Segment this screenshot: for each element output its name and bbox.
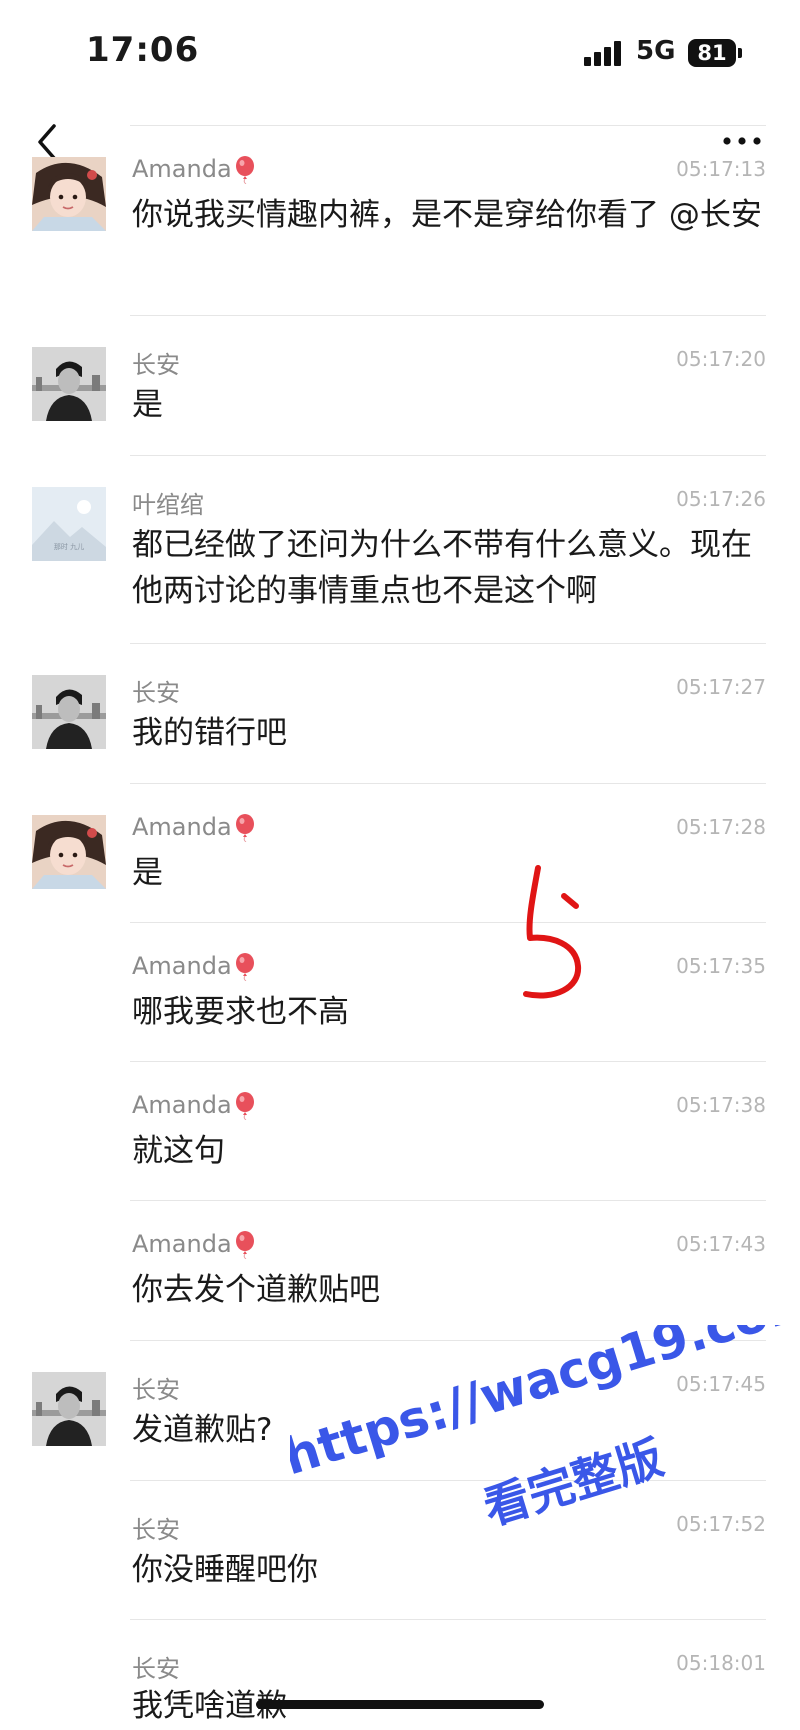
message-item[interactable]: 长安 05:18:01 我凭啥道歉 [0, 1639, 800, 1730]
divider [130, 1061, 766, 1062]
sender-name: Amanda [132, 1230, 256, 1259]
sender-name: 长安 [132, 1655, 180, 1683]
sender-name: 长安 [132, 1516, 180, 1544]
message-timestamp: 05:17:38 [676, 1093, 766, 1117]
message-timestamp: 05:17:43 [676, 1232, 766, 1256]
avatar-changan[interactable] [32, 347, 106, 421]
status-bar: 17:06 5G 81 [0, 0, 800, 110]
message-item[interactable]: Amanda 05:17:13 你说我买情趣内裤，是不是穿给你看了 @长安 [0, 145, 800, 315]
avatar-amanda[interactable] [32, 815, 106, 889]
message-text: 都已经做了还问为什么不带有什么意义。现在他两讨论的事情重点也不是这个啊 [132, 527, 752, 609]
sender-name: 长安 [132, 351, 180, 379]
message-item[interactable]: Amanda 05:17:43 你去发个道歉贴吧 [0, 1220, 800, 1340]
sender-name: 叶绾绾 [132, 491, 204, 519]
home-indicator[interactable] [256, 1700, 544, 1709]
message-timestamp: 05:18:01 [676, 1651, 766, 1675]
sender-name-text: Amanda [132, 155, 232, 183]
battery-icon: 81 [688, 39, 736, 67]
balloon-icon [235, 1092, 254, 1120]
message-timestamp: 05:17:28 [676, 815, 766, 839]
message-timestamp: 05:17:20 [676, 347, 766, 371]
message-text: 是 [132, 855, 163, 891]
message-item[interactable]: 长安 05:17:27 我的错行吧 [0, 663, 800, 783]
message-text: 就这句 [132, 1133, 225, 1169]
balloon-icon [235, 953, 254, 981]
scribble-annotation [523, 865, 582, 999]
divider [130, 783, 766, 784]
divider [130, 1200, 766, 1201]
sender-name: Amanda [132, 813, 256, 842]
avatar-changan[interactable] [32, 675, 106, 749]
divider [130, 643, 766, 644]
status-time: 17:06 [86, 30, 200, 70]
message-text: 你去发个道歉贴吧 [132, 1272, 380, 1308]
avatar-amanda[interactable] [32, 157, 106, 231]
signal-icon [584, 40, 624, 66]
watermark-caption: 看完整版 [477, 1430, 669, 1535]
message-text: 我的错行吧 [132, 715, 287, 751]
avatar-changan[interactable] [32, 1372, 106, 1446]
message-item[interactable]: Amanda 05:17:35 哪我要求也不高 [0, 942, 800, 1062]
sender-name: Amanda [132, 952, 256, 981]
message-text: 你说我买情趣内裤，是不是穿给你看了 @长安 [132, 197, 762, 233]
divider [130, 315, 766, 316]
avatar-yewanwan[interactable]: 那时 九儿 [32, 487, 106, 561]
message-item[interactable]: Amanda 05:17:28 是 [0, 803, 800, 923]
divider [130, 922, 766, 923]
balloon-icon [235, 156, 254, 184]
message-timestamp: 05:17:13 [676, 157, 766, 181]
sender-name: 长安 [132, 1376, 180, 1404]
message-item[interactable]: Amanda 05:17:38 就这句 [0, 1081, 800, 1201]
network-type: 5G [636, 36, 676, 66]
message-item[interactable]: 长安 05:17:20 是 [0, 335, 800, 455]
sender-name: Amanda [132, 155, 256, 184]
message-text: 是 [132, 387, 163, 423]
message-timestamp: 05:17:35 [676, 954, 766, 978]
watermark: https://wacg19.com 看完整版 [290, 1325, 800, 1536]
balloon-icon [235, 814, 254, 842]
sender-name-text: Amanda [132, 813, 232, 841]
divider [130, 455, 766, 456]
sender-name-text: Amanda [132, 1230, 232, 1258]
divider [130, 125, 766, 126]
balloon-icon [235, 1231, 254, 1259]
sender-name-text: Amanda [132, 1091, 232, 1119]
divider [130, 1619, 766, 1620]
message-timestamp: 05:17:27 [676, 675, 766, 699]
sender-name-text: Amanda [132, 952, 232, 980]
sender-name: Amanda [132, 1091, 256, 1120]
battery-cap [738, 48, 742, 58]
message-text: 哪我要求也不高 [132, 994, 349, 1030]
avatar-caption: 那时 九儿 [54, 542, 84, 551]
sender-name: 长安 [132, 679, 180, 707]
message-item[interactable]: 那时 九儿 叶绾绾 05:17:26 都已经做了还问为什么不带有什么意义。现在他… [0, 475, 800, 645]
message-timestamp: 05:17:26 [676, 487, 766, 511]
